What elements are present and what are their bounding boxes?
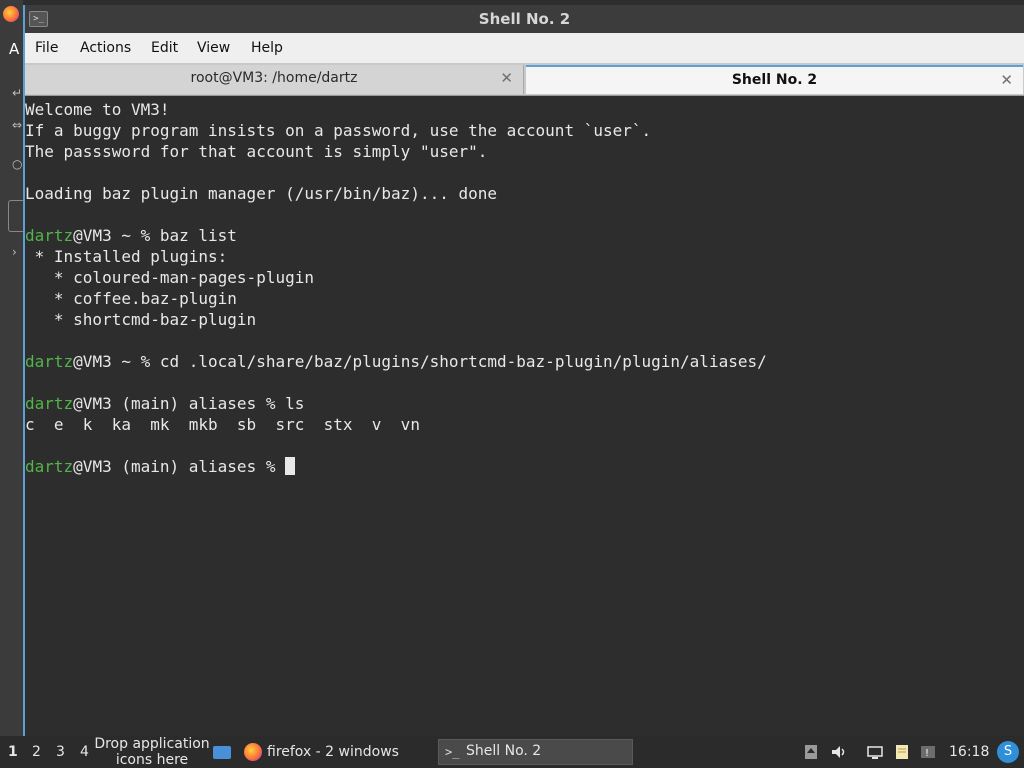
terminal-line: dartz@VM3 (main) aliases % bbox=[25, 457, 296, 477]
show-desktop-icon[interactable] bbox=[213, 746, 231, 759]
firefox-icon[interactable] bbox=[244, 743, 262, 761]
circle-icon: ○ bbox=[12, 157, 23, 171]
clipboard-tray-icon[interactable] bbox=[803, 744, 819, 760]
taskbar: 1 2 3 4 Drop application icons here fire… bbox=[0, 736, 1024, 768]
title-bar[interactable]: >_ Shell No. 2 bbox=[25, 5, 1024, 33]
svg-text:!: ! bbox=[925, 748, 929, 759]
clock[interactable]: 16:18 bbox=[949, 744, 989, 760]
prompt-user: dartz bbox=[25, 226, 74, 245]
volume-icon[interactable] bbox=[831, 744, 847, 760]
menu-file[interactable]: File bbox=[35, 40, 58, 56]
task-label: Shell No. 2 bbox=[466, 743, 542, 759]
menu-help[interactable]: Help bbox=[251, 40, 283, 56]
terminal-icon: >_ bbox=[445, 745, 460, 759]
text-cursor bbox=[285, 457, 296, 475]
terminal-line: Welcome to VM3! bbox=[25, 100, 170, 119]
workspace-4[interactable]: 4 bbox=[80, 744, 89, 760]
menu-actions[interactable]: Actions bbox=[80, 40, 131, 56]
terminal-line: dartz@VM3 ~ % cd .local/share/baz/plugin… bbox=[25, 352, 767, 372]
workspace-1[interactable]: 1 bbox=[8, 744, 18, 760]
window-title: Shell No. 2 bbox=[478, 10, 571, 28]
close-icon[interactable]: ✕ bbox=[1000, 67, 1013, 94]
prompt-command: @VM3 (main) aliases % bbox=[73, 457, 286, 476]
tab-shell-2[interactable]: Shell No. 2 ✕ bbox=[526, 65, 1023, 94]
terminal-line: If a buggy program insists on a password… bbox=[25, 121, 652, 140]
plug-icon: ⇔ bbox=[12, 118, 23, 132]
menu-bar: File Actions Edit View Help bbox=[25, 33, 1024, 63]
prompt-command: @VM3 (main) aliases % ls bbox=[73, 394, 305, 413]
notes-icon[interactable] bbox=[894, 744, 910, 760]
tab-root-home[interactable]: root@VM3: /home/dartz ✕ bbox=[25, 65, 524, 94]
menu-view[interactable]: View bbox=[197, 40, 230, 56]
firefox-icon bbox=[3, 6, 19, 22]
terminal-line: * shortcmd-baz-plugin bbox=[25, 310, 257, 329]
network-icon[interactable] bbox=[867, 744, 883, 760]
prompt-command: @VM3 ~ % cd .local/share/baz/plugins/sho… bbox=[73, 352, 767, 371]
arrow-icon: ↵ bbox=[12, 86, 23, 100]
terminal-line: c e k ka mk mkb sb src stx v vn bbox=[25, 415, 420, 434]
close-icon[interactable]: ✕ bbox=[500, 65, 513, 92]
chevron-right-icon: › bbox=[12, 245, 17, 259]
background-letter: A bbox=[9, 40, 20, 58]
terminal-output[interactable]: Welcome to VM3! If a buggy program insist… bbox=[25, 98, 1024, 736]
background-button bbox=[8, 200, 23, 232]
prompt-command: @VM3 ~ % baz list bbox=[73, 226, 237, 245]
terminal-line: The passsword for that account is simply… bbox=[25, 142, 488, 161]
system-menu-icon[interactable]: S bbox=[997, 741, 1019, 763]
prompt-user: dartz bbox=[25, 394, 74, 413]
terminal-line: * coloured-man-pages-plugin bbox=[25, 268, 314, 287]
terminal-line: * coffee.baz-plugin bbox=[25, 289, 237, 308]
background-window-edge: A ↵ ⇔ ○ › bbox=[0, 0, 23, 736]
workspace-3[interactable]: 3 bbox=[56, 744, 65, 760]
workspace-2[interactable]: 2 bbox=[32, 744, 41, 760]
tab-bar: root@VM3: /home/dartz ✕ Shell No. 2 ✕ bbox=[25, 63, 1024, 96]
menu-edit[interactable]: Edit bbox=[151, 40, 178, 56]
tab-label: Shell No. 2 bbox=[731, 72, 818, 88]
terminal-window: >_ Shell No. 2 File Actions Edit View He… bbox=[23, 5, 1024, 736]
quicklaunch-drop-area: Drop application icons here bbox=[94, 736, 210, 768]
firefox-task-button[interactable]: firefox - 2 windows bbox=[267, 744, 399, 760]
active-task-button[interactable]: >_ Shell No. 2 bbox=[438, 739, 633, 765]
terminal-line: * Installed plugins: bbox=[25, 247, 228, 266]
terminal-line: dartz@VM3 ~ % baz list bbox=[25, 226, 237, 246]
tab-label: root@VM3: /home/dartz bbox=[190, 70, 358, 86]
notification-icon[interactable]: ! bbox=[920, 744, 936, 760]
terminal-line: dartz@VM3 (main) aliases % ls bbox=[25, 394, 304, 414]
terminal-line: Loading baz plugin manager (/usr/bin/baz… bbox=[25, 184, 498, 203]
prompt-user: dartz bbox=[25, 457, 74, 476]
prompt-user: dartz bbox=[25, 352, 74, 371]
